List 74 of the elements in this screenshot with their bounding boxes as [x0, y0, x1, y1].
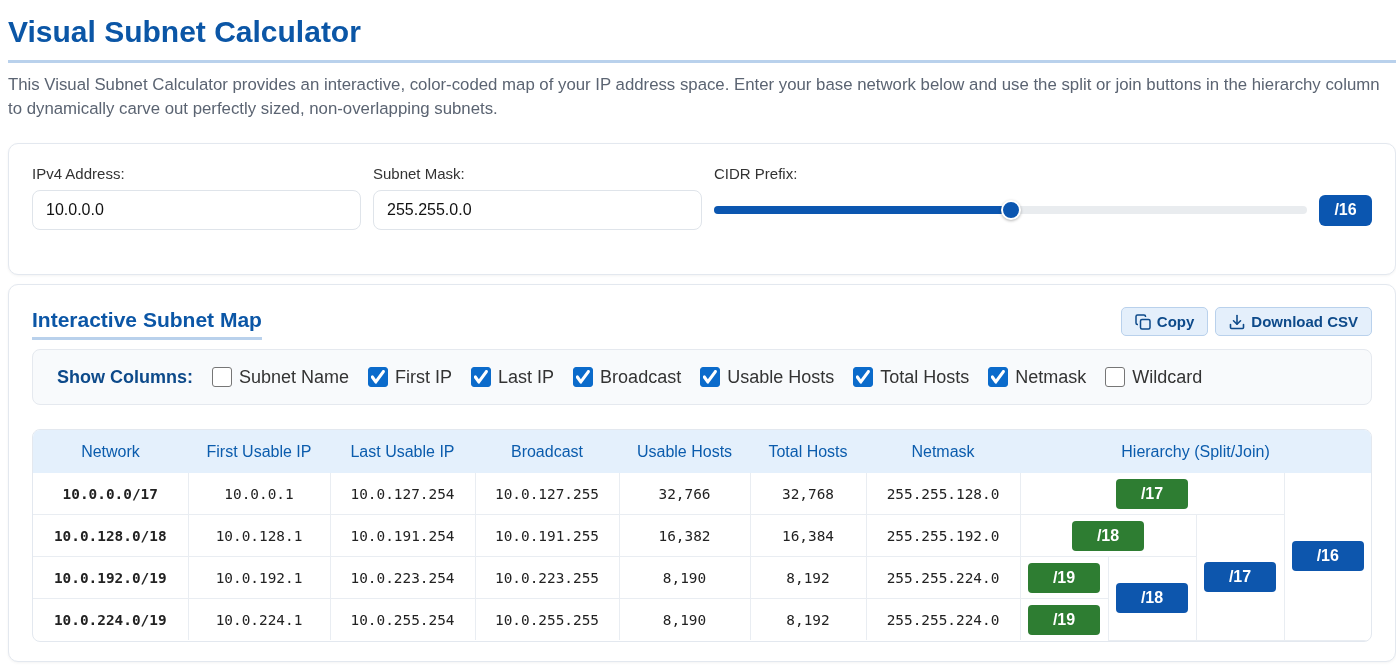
- network-cell: 10.0.224.0/19: [33, 598, 188, 640]
- column-header: Usable Hosts: [619, 430, 750, 473]
- checkmark-icon: [474, 370, 489, 384]
- checkbox-label[interactable]: Netmask: [1015, 366, 1087, 388]
- checkbox[interactable]: [988, 367, 1009, 387]
- slider-thumb[interactable]: [1000, 200, 1021, 220]
- split-button[interactable]: /18: [1072, 520, 1144, 551]
- checkbox[interactable]: [573, 367, 594, 387]
- checkbox-label[interactable]: First IP: [395, 366, 453, 388]
- checkbox[interactable]: [212, 367, 232, 387]
- table-cell: 255.255.128.0: [866, 473, 1020, 515]
- join-button[interactable]: /16: [1291, 541, 1364, 572]
- checkmark-icon: [371, 370, 386, 384]
- table-cell: 32,768: [750, 473, 866, 515]
- table-cell: 32,766: [619, 473, 750, 515]
- download-icon: [1229, 313, 1246, 330]
- cidr-value-badge: /16: [1319, 194, 1372, 226]
- column-header: Broadcast: [475, 430, 619, 473]
- page-title: Visual Subnet Calculator: [8, 14, 361, 50]
- table-cell: 10.0.0.1: [188, 473, 330, 515]
- checkbox[interactable]: [1105, 367, 1126, 387]
- network-cell: 10.0.192.0/19: [33, 556, 188, 599]
- checkbox-label[interactable]: Last IP: [498, 366, 555, 388]
- page-description: This Visual Subnet Calculator provides an interactive, color-coded map of your IP address space. Enter your base network below and use the split or join buttons in the hierarchy column to dynamically carve out perfectly sized, non-overlapping subnets.: [8, 74, 1381, 120]
- table-cell: 16,384: [750, 514, 866, 557]
- table-cell: 10.0.223.254: [330, 556, 475, 599]
- column-header: Network: [33, 430, 188, 473]
- checkbox-label[interactable]: Wildcard: [1132, 366, 1203, 388]
- section-heading: Interactive Subnet Map: [32, 307, 262, 340]
- checkmark-icon: [991, 370, 1006, 384]
- column-header: Last Usable IP: [330, 430, 475, 473]
- table-cell: 255.255.224.0: [866, 556, 1020, 599]
- join-button[interactable]: /18: [1116, 583, 1188, 614]
- checkbox[interactable]: [471, 367, 492, 387]
- checkbox-label[interactable]: Subnet Name: [239, 366, 350, 388]
- table-cell: 10.0.191.255: [475, 514, 619, 557]
- table-cell: 10.0.127.255: [475, 473, 619, 515]
- checkbox-label[interactable]: Broadcast: [600, 366, 682, 388]
- column-header: Netmask: [866, 430, 1020, 473]
- table-cell: 10.0.223.255: [475, 556, 619, 599]
- table-cell: 10.0.191.254: [330, 514, 475, 557]
- split-button[interactable]: /17: [1116, 478, 1188, 509]
- table-cell: 8,190: [619, 556, 750, 599]
- checkbox[interactable]: [368, 367, 389, 387]
- options-label: Show Columns:: [57, 366, 193, 388]
- split-button[interactable]: /19: [1028, 562, 1100, 593]
- table-cell: 10.0.128.1: [188, 514, 330, 557]
- split-button[interactable]: /19: [1028, 604, 1100, 635]
- field-label: Subnet Mask:: [373, 164, 466, 184]
- ipv4-address-field[interactable]: 10.0.0.0: [32, 190, 361, 230]
- table-cell: 16,382: [619, 514, 750, 557]
- checkmark-icon: [576, 370, 591, 384]
- checkmark-icon: [703, 370, 718, 384]
- checkbox-label[interactable]: Total Hosts: [880, 366, 970, 388]
- column-header: Total Hosts: [750, 430, 866, 473]
- copy-button[interactable]: Copy: [1120, 307, 1209, 336]
- field-label: CIDR Prefix:: [714, 164, 799, 184]
- field-label: IPv4 Address:: [32, 164, 126, 184]
- join-button[interactable]: /17: [1204, 562, 1276, 593]
- table-cell: 10.0.127.254: [330, 473, 475, 515]
- download-button[interactable]: Download CSV: [1215, 307, 1372, 336]
- copy-icon: [1134, 313, 1151, 330]
- checkbox[interactable]: [853, 367, 874, 387]
- subnet-mask-field[interactable]: 255.255.0.0: [373, 190, 702, 230]
- column-header: Hierarchy (Split/Join): [1020, 430, 1371, 473]
- network-cell: 10.0.128.0/18: [33, 514, 188, 557]
- table-cell: 255.255.192.0: [866, 514, 1020, 557]
- checkmark-icon: [856, 370, 871, 384]
- table-cell: 10.0.192.1: [188, 556, 330, 599]
- checkbox[interactable]: [700, 367, 721, 387]
- table-cell: 8,192: [750, 556, 866, 599]
- network-cell: 10.0.0.0/17: [33, 473, 188, 515]
- checkbox-label[interactable]: Usable Hosts: [727, 366, 835, 388]
- column-header: First Usable IP: [188, 430, 330, 473]
